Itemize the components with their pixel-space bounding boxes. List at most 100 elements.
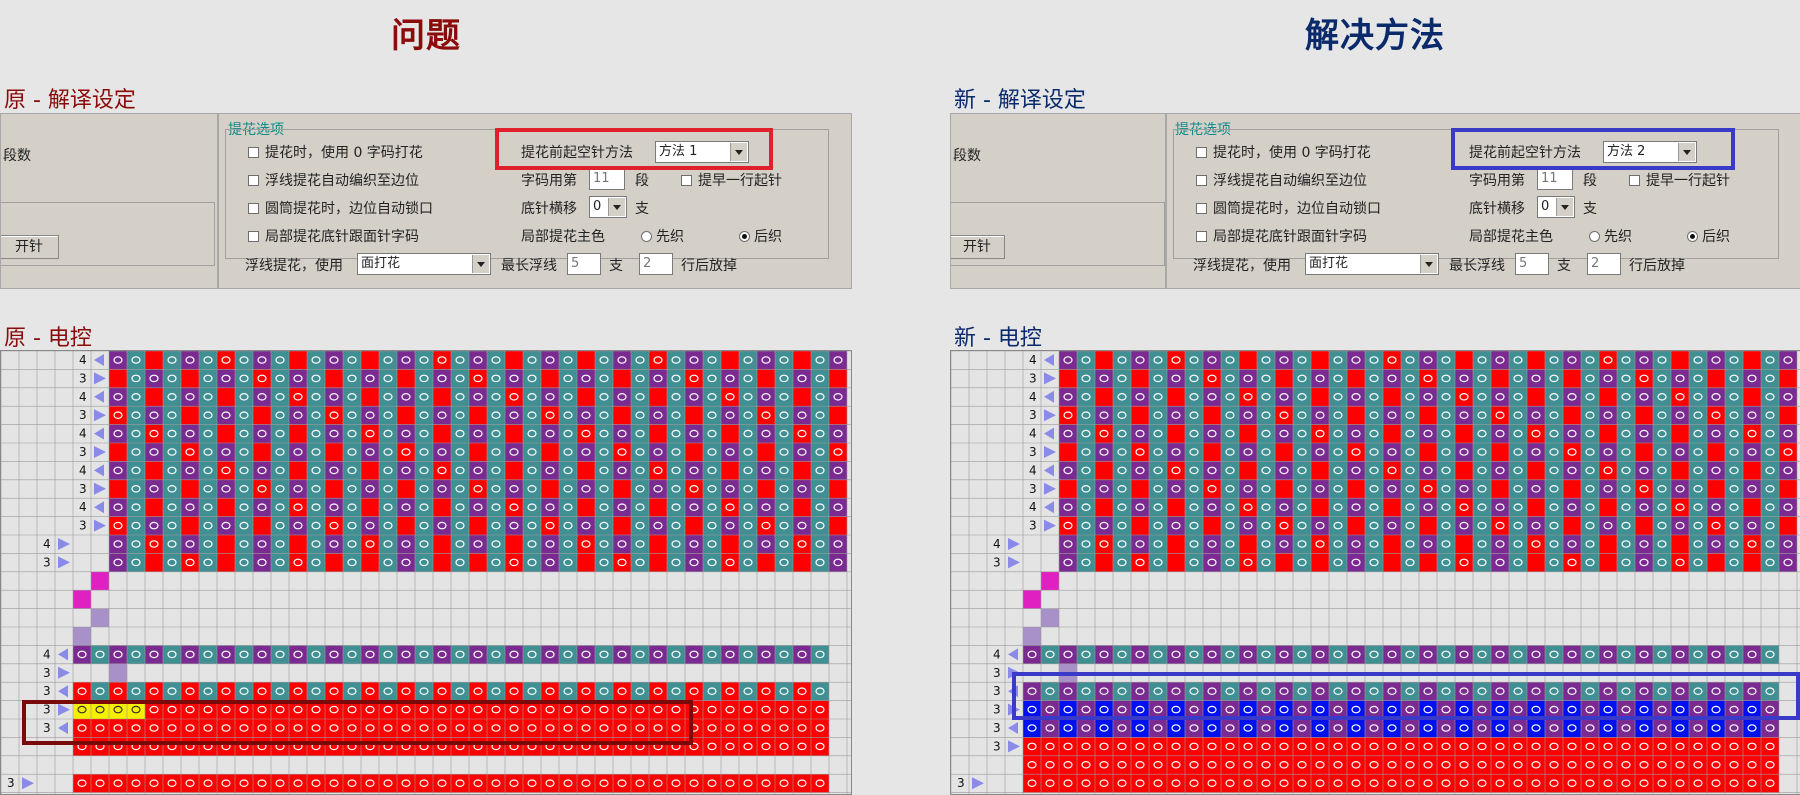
stitch-cell (415, 424, 433, 443)
stitch-cell (1347, 369, 1365, 388)
drop-input[interactable]: 2 (1587, 253, 1621, 275)
row-number: 4 (79, 463, 87, 477)
stitch-cell (109, 351, 127, 370)
stitch-cell (1329, 737, 1347, 756)
stitch-cell (1167, 424, 1185, 443)
cb2-checkbox[interactable] (1196, 175, 1207, 186)
stitch-cell (1545, 755, 1563, 775)
stitch-cell (127, 461, 145, 480)
stitch-cell (595, 406, 613, 425)
stitch-cell (307, 406, 325, 425)
stitch-cell (1599, 387, 1617, 407)
stitch-cell (703, 682, 721, 701)
longest-float-input[interactable]: 5 (567, 253, 601, 275)
stitch-cell (235, 369, 253, 388)
stitch-cell (703, 700, 721, 719)
stitch-cell (649, 424, 667, 443)
float-select[interactable]: 面打花 (1305, 253, 1439, 275)
rack-select[interactable]: 0 (1537, 196, 1575, 218)
open-needle-button[interactable]: 开针 (1, 235, 59, 259)
stitch-cell (307, 516, 325, 535)
stitch-cell (703, 351, 721, 370)
stitch-cell (1671, 553, 1689, 572)
stitch-cell (793, 479, 811, 499)
longest-float-input[interactable]: 5 (1515, 253, 1549, 275)
stitch-cell (505, 682, 523, 701)
cb2-checkbox[interactable] (248, 175, 259, 186)
stitch-cell (1545, 645, 1563, 664)
stitch-cell (109, 498, 127, 517)
stitch-cell (685, 351, 703, 370)
stitch-cell (1491, 387, 1509, 407)
radio-first[interactable] (641, 231, 652, 242)
stitch-cell (271, 387, 289, 407)
drop-input[interactable]: 2 (639, 253, 673, 275)
float-select[interactable]: 面打花 (357, 253, 491, 275)
stitch-cell (1635, 498, 1653, 517)
row-number: 3 (993, 555, 1001, 569)
stitch-cell (145, 516, 163, 535)
cb1-checkbox[interactable] (1196, 147, 1207, 158)
stitch-cell (217, 774, 235, 793)
stitch-cell (235, 406, 253, 425)
stitch-cell (235, 516, 253, 535)
rack-select[interactable]: 0 (589, 196, 627, 218)
early-checkbox[interactable] (1629, 175, 1640, 186)
cb3-checkbox[interactable] (1196, 203, 1207, 214)
stitch-cell (1113, 645, 1131, 664)
cb3-checkbox[interactable] (248, 203, 259, 214)
stitch-cell (1707, 498, 1725, 517)
stitch-cell (1455, 461, 1473, 480)
stitch-cell (1527, 719, 1545, 738)
stitch-cell (1437, 461, 1455, 480)
stitch-cell (451, 387, 469, 407)
stitch-cell (559, 387, 577, 407)
stitch-cell (1527, 424, 1545, 443)
stitch-cell (685, 406, 703, 425)
stitch-cell (415, 479, 433, 499)
stitch-cell (523, 498, 541, 517)
cb4-checkbox[interactable] (1196, 231, 1207, 242)
stitch-cell (451, 369, 469, 388)
stitch-cell (1347, 755, 1365, 775)
stitch-cell (811, 387, 829, 407)
stitch-cell (1455, 498, 1473, 517)
row-number: 4 (1029, 353, 1037, 367)
radio-first[interactable] (1589, 231, 1600, 242)
early-checkbox[interactable] (681, 175, 692, 186)
stitch-cell (1311, 774, 1329, 793)
stitch-cell (1455, 351, 1473, 370)
stitch-cell (181, 406, 199, 425)
stitch-cell (469, 424, 487, 443)
radio-after[interactable] (739, 231, 750, 242)
stitch-cell (1563, 755, 1581, 775)
stitch-cell (631, 479, 649, 499)
stitch-cell (1455, 479, 1473, 499)
stitch-cell (1401, 479, 1419, 499)
stitch-cell (1581, 443, 1599, 462)
stitch-cell (775, 719, 793, 738)
cb1-checkbox[interactable] (248, 147, 259, 158)
stitch-cell (469, 498, 487, 517)
code-input[interactable]: 11 (589, 168, 625, 190)
stitch-cell (1293, 479, 1311, 499)
stitch-cell (1347, 443, 1365, 462)
stitch-cell (1779, 535, 1797, 554)
stitch-cell (1653, 461, 1671, 480)
transition-cell (1023, 627, 1041, 646)
radio-after[interactable] (1687, 231, 1698, 242)
stitch-cell (1077, 774, 1095, 793)
stitch-cell (379, 516, 397, 535)
stitch-cell (235, 387, 253, 407)
cb4-checkbox[interactable] (248, 231, 259, 242)
stitch-cell (127, 553, 145, 572)
stitch-cell (469, 516, 487, 535)
stitch-cell (307, 498, 325, 517)
stitch-cell (361, 443, 379, 462)
stitch-cell (379, 535, 397, 554)
stitch-cell (163, 443, 181, 462)
open-needle-button[interactable]: 开针 (951, 235, 1005, 259)
row-number: 3 (79, 371, 87, 385)
stitch-cell (505, 387, 523, 407)
code-input[interactable]: 11 (1537, 168, 1573, 190)
